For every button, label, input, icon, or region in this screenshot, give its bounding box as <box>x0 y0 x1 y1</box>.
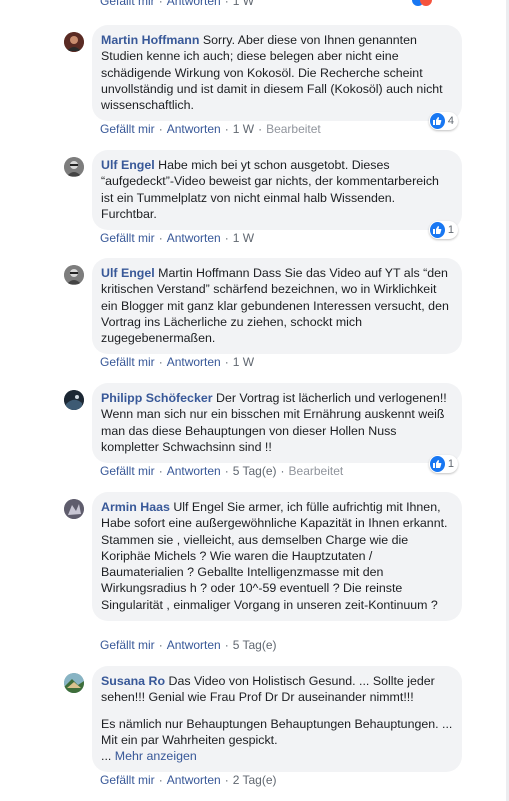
ellipsis: ... <box>101 749 115 764</box>
comment-author[interactable]: Ulf Engel <box>101 158 155 172</box>
see-more-link[interactable]: Mehr anzeigen <box>115 749 197 763</box>
reply-link[interactable]: Antworten <box>167 122 221 136</box>
reply-link[interactable]: Antworten <box>167 464 221 478</box>
comment-bubble: Armin Haas Ulf Engel Sie armer, ich füll… <box>92 492 462 622</box>
comment-bubble: Philipp Schöfecker Der Vortrag ist läche… <box>92 383 462 464</box>
comment-bubble: Ulf Engel Habe mich bei yt schon ausgeto… <box>92 150 462 231</box>
comment-author[interactable]: Ulf Engel <box>101 266 155 280</box>
like-link[interactable]: Gefällt mir <box>100 231 155 245</box>
user-avatar[interactable] <box>64 390 84 410</box>
reaction-count[interactable]: 1 <box>429 455 458 473</box>
timestamp[interactable]: 5 Tag(e) <box>233 464 277 478</box>
reaction-count[interactable]: 4 <box>429 112 458 130</box>
reply-link[interactable]: Antworten <box>167 638 221 652</box>
comment-author[interactable]: Armin Haas <box>101 500 170 514</box>
like-link[interactable]: Gefällt mir <box>100 464 155 478</box>
user-avatar[interactable] <box>64 265 84 285</box>
comment-actions: Gefällt mir · Antworten · 1 W <box>100 231 255 245</box>
comment-actions: Gefällt mir · Antworten · 2 Tag(e) <box>100 773 277 787</box>
comment-bubble: Ulf Engel Martin Hoffmann Dass Sie das V… <box>92 258 462 355</box>
comment-actions: Gefällt mir · Antworten · 5 Tag(e) <box>100 638 277 652</box>
comment-text: Ulf Engel Sie armer, ich fülle aufrichti… <box>101 500 448 612</box>
comment-text-continued: Es nämlich nur Behauptungen Behauptungen… <box>101 716 453 747</box>
comment-thread: Gefällt mir · Antworten · 1 W Martin Hoffman… <box>0 0 509 801</box>
reply-link[interactable]: Antworten <box>167 355 221 369</box>
like-link[interactable]: Gefällt mir <box>100 0 155 8</box>
timestamp[interactable]: 1 W <box>233 231 254 245</box>
timestamp[interactable]: 1 W <box>233 355 254 369</box>
timestamp[interactable]: 5 Tag(e) <box>233 638 277 652</box>
user-avatar[interactable] <box>64 499 84 519</box>
comment-author[interactable]: Martin Hoffmann <box>101 33 199 47</box>
comment-actions: Gefällt mir · Antworten · 1 W · Bearbeitet <box>100 122 321 136</box>
reaction-number: 1 <box>447 458 454 470</box>
love-reaction-icon <box>420 0 432 6</box>
thumbs-up-icon <box>430 222 445 238</box>
previous-comment-actions: Gefällt mir · Antworten · 1 W <box>100 0 254 8</box>
timestamp[interactable]: 1 W <box>233 122 254 136</box>
user-avatar[interactable] <box>64 32 84 52</box>
like-link[interactable]: Gefällt mir <box>100 773 155 787</box>
reaction-count[interactable]: 1 <box>429 221 458 239</box>
like-link[interactable]: Gefällt mir <box>100 122 155 136</box>
reaction-number: 1 <box>447 224 454 236</box>
reply-link[interactable]: Antworten <box>167 0 221 8</box>
reaction-number: 4 <box>447 115 454 127</box>
see-more-row: ... Mehr anzeigen <box>101 748 453 764</box>
thumbs-up-icon <box>430 113 445 129</box>
comment-bubble: Susana Ro Das Video von Holistisch Gesun… <box>92 666 462 773</box>
like-link[interactable]: Gefällt mir <box>100 355 155 369</box>
edited-label: Bearbeitet <box>266 122 321 136</box>
comment-bubble: Martin Hoffmann Sorry. Aber diese von Ih… <box>92 25 462 122</box>
user-avatar[interactable] <box>64 157 84 177</box>
comment-author[interactable]: Philipp Schöfecker <box>101 391 213 405</box>
thumbs-up-icon <box>430 456 445 472</box>
comment-actions: Gefällt mir · Antworten · 5 Tag(e) · Bearbeite… <box>100 464 344 478</box>
comment-actions: Gefällt mir · Antworten · 1 W <box>100 355 255 369</box>
comment-author[interactable]: Susana Ro <box>101 674 165 688</box>
reply-link[interactable]: Antworten <box>167 231 221 245</box>
previous-reactions[interactable] <box>412 0 432 6</box>
user-avatar[interactable] <box>64 673 84 693</box>
reply-link[interactable]: Antworten <box>167 773 221 787</box>
edited-label: Bearbeitet <box>288 464 344 478</box>
timestamp: 1 W <box>232 0 255 8</box>
like-link[interactable]: Gefällt mir <box>100 638 155 652</box>
timestamp[interactable]: 2 Tag(e) <box>233 773 277 787</box>
